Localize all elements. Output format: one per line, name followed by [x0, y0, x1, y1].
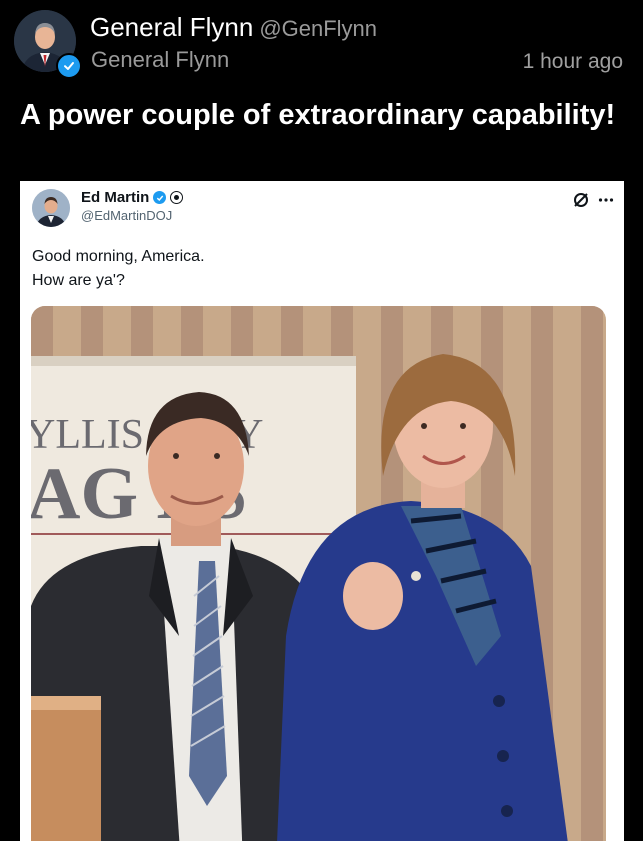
author-name-row[interactable]: General Flynn @GenFlynn: [90, 12, 377, 43]
embed-author-name-row: Ed Martin: [81, 189, 184, 206]
embed-handle: @EdMartinDOJ: [81, 208, 173, 223]
edit-icon[interactable]: [572, 191, 590, 209]
embed-text: Good morning, America. How are ya'?: [32, 248, 205, 289]
post-text: A power couple of extraordinary capabili…: [20, 99, 616, 131]
embed-verified-icon: [153, 191, 167, 204]
affiliation-icon: [170, 191, 184, 204]
embedded-post-card[interactable]: Ed Martin @EdMartinDOJ Good morning, Ame…: [20, 181, 624, 841]
embed-display-name: Ed Martin: [81, 189, 150, 206]
more-options-icon[interactable]: [598, 197, 614, 203]
author-subname: General Flynn: [91, 47, 230, 72]
post-header: General Flynn @GenFlynn General Flynn 1 h…: [0, 0, 643, 90]
verified-badge-icon: [56, 53, 82, 79]
author-display-name[interactable]: General Flynn: [90, 12, 253, 42]
embed-author-avatar: [32, 189, 70, 227]
embed-photo[interactable]: YLLIS S FLY AG ES: [31, 306, 606, 841]
post-timestamp[interactable]: 1 hour ago: [523, 50, 623, 74]
embed-avatar-image: [32, 189, 70, 227]
photo-illustration: YLLIS S FLY AG ES: [31, 306, 606, 841]
author-handle[interactable]: @GenFlynn: [259, 16, 377, 41]
embed-toolbar: [572, 191, 614, 209]
